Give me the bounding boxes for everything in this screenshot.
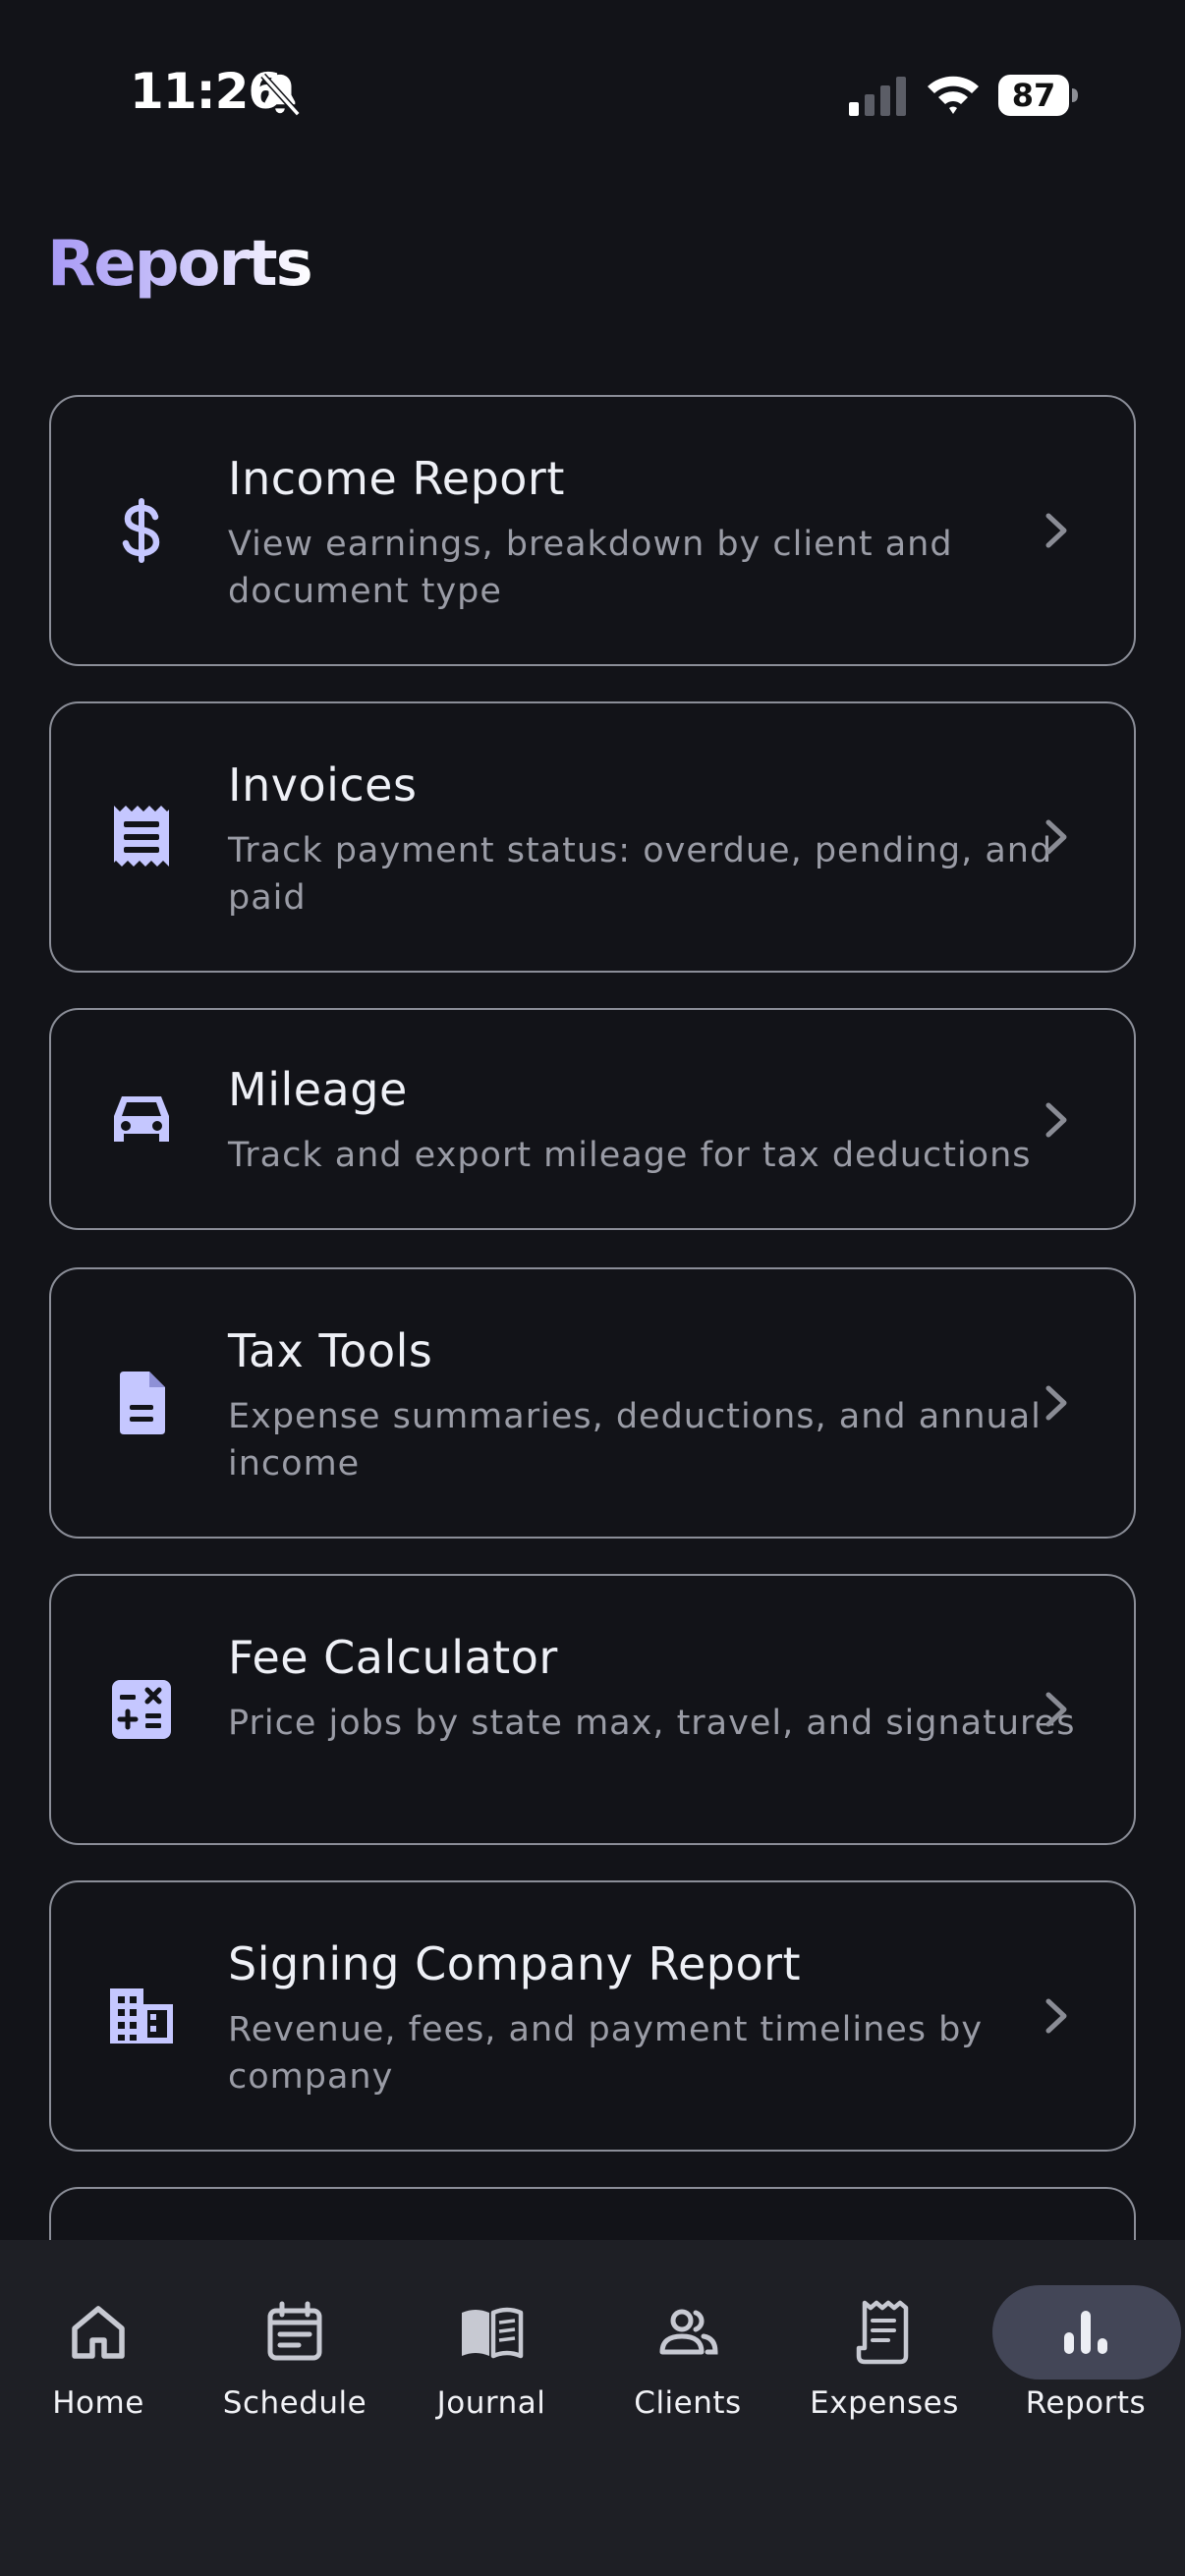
report-card-income[interactable]: Income Report View earnings, breakdown b… [49,395,1136,666]
report-card-fee-calculator[interactable]: Fee Calculator Price jobs by state max, … [49,1574,1136,1845]
chevron-right-icon [1040,1100,1073,1140]
nav-label: Reports [1025,2385,1147,2421]
chevron-right-icon [1040,1383,1073,1423]
nav-label: Expenses [810,2385,959,2421]
card-description: Track and export mileage for tax deducti… [228,1136,1032,1175]
nav-label: Home [52,2385,144,2421]
bell-slash-icon [257,71,303,120]
report-card-mileage[interactable]: Mileage Track and export mileage for tax… [49,1008,1136,1230]
nav-item-reports[interactable]: Reports [988,2240,1184,2436]
card-description: Track payment status: overdue, pending, … [228,831,1053,918]
card-title: Tax Tools [228,1324,433,1377]
bar-chart-icon [1052,2299,1119,2366]
document-icon [106,1368,177,1438]
dollar-icon [106,495,177,566]
book-icon [458,2299,525,2366]
page-title: Reports [47,228,313,301]
home-icon [65,2299,132,2366]
building-icon [106,1981,177,2051]
card-title: Fee Calculator [228,1631,558,1684]
nav-item-expenses[interactable]: Expenses [786,2240,983,2436]
nav-label: Journal [436,2385,546,2421]
card-description: Revenue, fees, and payment timelines by … [228,2010,984,2097]
receipt-icon [106,802,177,872]
card-title: Income Report [228,452,565,505]
chevron-right-icon [1040,1690,1073,1729]
card-description: Expense summaries, deductions, and annua… [228,1397,1042,1484]
chevron-right-icon [1040,511,1073,550]
nav-label: Clients [634,2385,742,2421]
report-card-tax-tools[interactable]: Tax Tools Expense summaries, deductions,… [49,1267,1136,1539]
battery-level: 87 [1011,77,1056,114]
nav-item-clients[interactable]: Clients [590,2240,786,2436]
calculator-icon [106,1674,177,1745]
nav-item-home[interactable]: Home [0,2240,197,2436]
card-description: View earnings, breakdown by client and d… [228,525,953,611]
wifi-icon [926,73,981,116]
nav-item-journal[interactable]: Journal [393,2240,590,2436]
nav-label: Schedule [222,2385,367,2421]
card-title: Mileage [228,1063,408,1116]
reports-screen: 11:26 87 Reports Income Report View earn… [0,0,1185,2576]
chevron-right-icon [1040,817,1073,857]
card-description: Price jobs by state max, travel, and sig… [228,1704,1076,1743]
receipt-list-icon [851,2299,918,2366]
car-icon [106,1085,177,1155]
calendar-icon [261,2299,328,2366]
report-card-signing-company[interactable]: Signing Company Report Revenue, fees, an… [49,1880,1136,2152]
people-icon [654,2299,721,2366]
chevron-right-icon [1040,1996,1073,2036]
card-title: Signing Company Report [228,1937,802,1990]
cellular-signal-icon [849,75,908,116]
nav-item-schedule[interactable]: Schedule [197,2240,393,2436]
report-card-invoices[interactable]: Invoices Track payment status: overdue, … [49,701,1136,973]
card-title: Invoices [228,758,418,812]
